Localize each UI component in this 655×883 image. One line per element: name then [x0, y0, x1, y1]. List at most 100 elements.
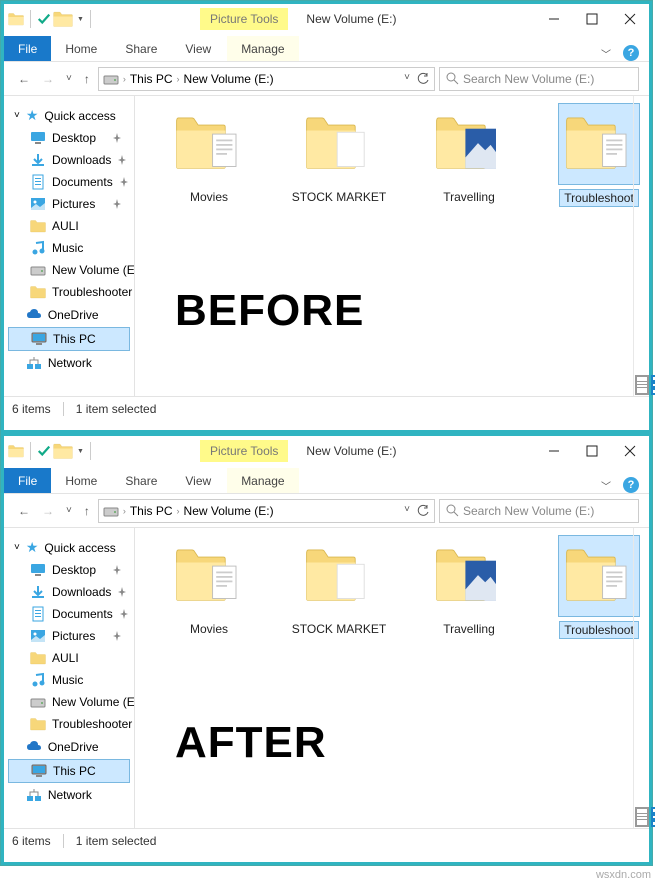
- sidebar-item[interactable]: Music: [4, 237, 134, 259]
- sidebar-item[interactable]: New Volume (E:): [4, 691, 134, 713]
- folder-tile[interactable]: Travelling: [419, 104, 519, 206]
- breadcrumb-loc[interactable]: New Volume (E:): [184, 72, 274, 86]
- ribbon-tab[interactable]: View: [171, 36, 225, 61]
- qat-dropdown-icon[interactable]: ▼: [77, 448, 84, 455]
- onedrive-item[interactable]: ˅ OneDrive: [4, 736, 134, 758]
- ribbon-tab[interactable]: Share: [111, 36, 171, 61]
- ribbon-tab[interactable]: Share: [111, 468, 171, 493]
- scrollbar[interactable]: [633, 96, 649, 396]
- nav-back-icon[interactable]: ←: [14, 70, 34, 88]
- this-pc-item[interactable]: This PC: [8, 327, 130, 351]
- help-icon[interactable]: ?: [623, 45, 639, 61]
- close-button[interactable]: [611, 5, 649, 33]
- chevron-right-icon[interactable]: ›: [123, 74, 126, 84]
- search-box[interactable]: Search New Volume (E:): [439, 499, 639, 523]
- qat-dropdown-icon[interactable]: ▼: [77, 16, 84, 23]
- address-dropdown-icon[interactable]: ˅: [404, 504, 410, 518]
- folder-tile[interactable]: Travelling: [419, 536, 519, 638]
- manage-tab[interactable]: Manage: [227, 468, 298, 493]
- chevron-right-icon[interactable]: ›: [177, 506, 180, 516]
- network-icon: [26, 787, 42, 803]
- folder-tile[interactable]: Movies: [159, 104, 259, 206]
- folder-tile[interactable]: STOCK MARKET: [289, 536, 389, 638]
- minimize-button[interactable]: [535, 437, 573, 465]
- sidebar-item[interactable]: New Volume (E:): [4, 259, 134, 281]
- sidebar-item[interactable]: Pictures: [4, 625, 134, 647]
- sidebar-item[interactable]: Music: [4, 669, 134, 691]
- chevron-down-icon[interactable]: ˅: [14, 542, 20, 553]
- breadcrumb-root[interactable]: This PC: [130, 504, 173, 518]
- content-pane[interactable]: Movies STOCK MARKET Travelling Troublesh…: [135, 528, 649, 828]
- address-bar[interactable]: › This PC › New Volume (E:) ˅: [98, 67, 435, 91]
- chevron-right-icon[interactable]: ›: [123, 506, 126, 516]
- network-item[interactable]: ˅ Network: [4, 352, 134, 374]
- scrollbar[interactable]: [633, 528, 649, 828]
- qat-properties-icon[interactable]: [37, 444, 51, 458]
- onedrive-item[interactable]: ˅ OneDrive: [4, 304, 134, 326]
- qat-newfolder-icon[interactable]: [53, 441, 73, 461]
- navigation-pane: ˅ ★ Quick access Desktop Downloads Docum…: [4, 528, 135, 828]
- sidebar-item[interactable]: Pictures: [4, 193, 134, 215]
- folder-tile[interactable]: STOCK MARKET: [289, 104, 389, 206]
- manage-tab[interactable]: Manage: [227, 36, 298, 61]
- sidebar-item[interactable]: Documents: [4, 603, 134, 625]
- quick-access[interactable]: ˅ ★ Quick access: [4, 104, 134, 127]
- quick-access-label: Quick access: [44, 541, 115, 555]
- picture-tools-tab[interactable]: Picture Tools: [200, 440, 288, 462]
- nav-recent-icon[interactable]: ˅: [62, 503, 76, 518]
- nav-forward-icon[interactable]: →: [38, 502, 58, 520]
- sidebar-item[interactable]: Downloads: [4, 581, 134, 603]
- refresh-icon[interactable]: [416, 504, 430, 518]
- nav-up-icon[interactable]: ↑: [80, 70, 94, 88]
- watermark: wsxdn.com: [596, 869, 651, 881]
- nav-forward-icon[interactable]: →: [38, 70, 58, 88]
- sidebar-item[interactable]: AULI: [4, 215, 134, 237]
- content-pane[interactable]: Movies STOCK MARKET Travelling Troublesh…: [135, 96, 649, 396]
- ribbon-tab[interactable]: Home: [51, 36, 111, 61]
- nav-back-icon[interactable]: ←: [14, 502, 34, 520]
- folder-tile[interactable]: Movies: [159, 536, 259, 638]
- view-icons-icon[interactable]: [651, 807, 655, 827]
- close-button[interactable]: [611, 437, 649, 465]
- maximize-button[interactable]: [573, 437, 611, 465]
- file-tab[interactable]: File: [4, 468, 51, 493]
- ribbon-collapse-icon[interactable]: ﹀: [601, 478, 611, 493]
- picture-tools-tab[interactable]: Picture Tools: [200, 8, 288, 30]
- this-pc-item[interactable]: This PC: [8, 759, 130, 783]
- nav-recent-icon[interactable]: ˅: [62, 71, 76, 86]
- address-dropdown-icon[interactable]: ˅: [404, 72, 410, 86]
- minimize-button[interactable]: [535, 5, 573, 33]
- sidebar-item[interactable]: Desktop: [4, 127, 134, 149]
- qat-newfolder-icon[interactable]: [53, 9, 73, 29]
- ribbon-tab[interactable]: Home: [51, 468, 111, 493]
- ribbon-tab[interactable]: View: [171, 468, 225, 493]
- sidebar-item[interactable]: AULI: [4, 647, 134, 669]
- nav-up-icon[interactable]: ↑: [80, 502, 94, 520]
- help-icon[interactable]: ?: [623, 477, 639, 493]
- search-placeholder: Search New Volume (E:): [463, 72, 594, 86]
- maximize-button[interactable]: [573, 5, 611, 33]
- quick-access-label: Quick access: [44, 109, 115, 123]
- quick-access[interactable]: ˅ ★ Quick access: [4, 536, 134, 559]
- refresh-icon[interactable]: [416, 72, 430, 86]
- network-item[interactable]: ˅ Network: [4, 784, 134, 806]
- chevron-down-icon[interactable]: ˅: [14, 110, 20, 121]
- view-icons-icon[interactable]: [651, 375, 655, 395]
- sidebar-item[interactable]: Downloads: [4, 149, 134, 171]
- breadcrumb-root[interactable]: This PC: [130, 72, 173, 86]
- sidebar-item[interactable]: Documents: [4, 171, 134, 193]
- sidebar-item[interactable]: Troubleshooter W: [4, 713, 134, 735]
- window-folder-icon: [8, 11, 24, 27]
- nav-icon: [30, 562, 46, 578]
- view-details-icon[interactable]: [635, 807, 649, 827]
- sidebar-item[interactable]: Desktop: [4, 559, 134, 581]
- qat-properties-icon[interactable]: [37, 12, 51, 26]
- address-bar[interactable]: › This PC › New Volume (E:) ˅: [98, 499, 435, 523]
- sidebar-item[interactable]: Troubleshooter W: [4, 281, 134, 303]
- file-tab[interactable]: File: [4, 36, 51, 61]
- search-box[interactable]: Search New Volume (E:): [439, 67, 639, 91]
- breadcrumb-loc[interactable]: New Volume (E:): [184, 504, 274, 518]
- view-details-icon[interactable]: [635, 375, 649, 395]
- chevron-right-icon[interactable]: ›: [177, 74, 180, 84]
- ribbon-collapse-icon[interactable]: ﹀: [601, 46, 611, 61]
